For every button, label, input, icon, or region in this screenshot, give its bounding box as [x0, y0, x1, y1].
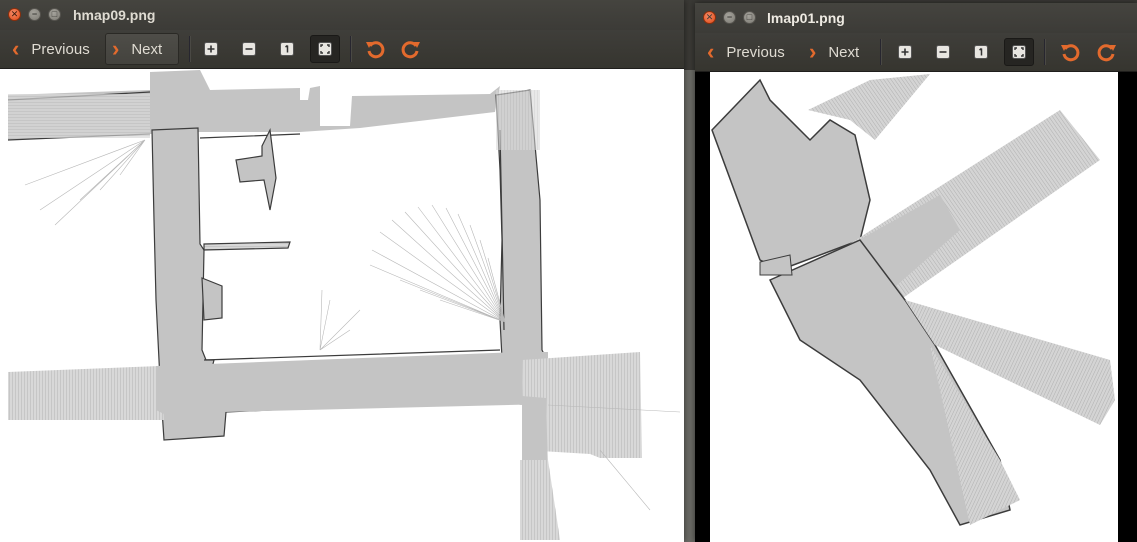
close-icon: ✕	[10, 9, 19, 19]
minimize-icon: −	[726, 12, 733, 22]
chevron-left-icon: ‹	[12, 36, 20, 61]
rotate-right-icon	[1097, 44, 1116, 62]
zoom-in-button[interactable]	[890, 39, 920, 65]
previous-button[interactable]: ‹ Previous	[8, 34, 94, 64]
normal-size-button[interactable]	[966, 39, 996, 65]
best-fit-button[interactable]	[310, 35, 340, 63]
zoom-out-button[interactable]	[234, 36, 264, 62]
minimize-button[interactable]: −	[723, 11, 736, 24]
rotate-left-icon	[366, 41, 385, 59]
minimize-button[interactable]: −	[28, 8, 41, 21]
left-titlebar[interactable]: ✕ − □ hmap09.png	[0, 0, 684, 30]
best-fit-button[interactable]	[1004, 38, 1034, 66]
rotate-clockwise-button[interactable]	[396, 36, 426, 62]
next-label: Next	[828, 43, 860, 61]
rotate-left-icon	[1061, 44, 1080, 62]
toolbar-separator	[350, 36, 351, 62]
normal-size-icon	[974, 45, 988, 59]
maximize-button[interactable]: □	[743, 11, 756, 24]
next-label: Next	[131, 40, 163, 58]
window-title: lmap01.png	[767, 10, 845, 26]
toolbar-separator	[1044, 39, 1045, 65]
rotate-right-icon	[401, 41, 420, 59]
zoom-out-button[interactable]	[928, 39, 958, 65]
previous-label: Previous	[31, 40, 90, 58]
occupancy-map-image	[7, 70, 681, 540]
rotate-clockwise-button[interactable]	[1092, 39, 1122, 65]
normal-size-icon	[280, 42, 294, 56]
maximize-button[interactable]: □	[48, 8, 61, 21]
right-image-canvas[interactable]	[695, 72, 1137, 542]
left-image-canvas[interactable]	[0, 69, 684, 542]
window-title: hmap09.png	[73, 7, 156, 23]
zoom-in-button[interactable]	[196, 36, 226, 62]
zoom-in-icon	[204, 42, 218, 56]
left-toolbar: ‹ Previous › Next	[0, 30, 684, 69]
zoom-in-icon	[898, 45, 912, 59]
toolbar-separator	[880, 39, 881, 65]
chevron-right-icon: ›	[809, 39, 817, 64]
best-fit-icon	[1012, 45, 1026, 59]
close-icon: ✕	[705, 12, 714, 22]
next-button[interactable]: › Next	[105, 33, 179, 65]
right-image-viewer-window: ✕ − □ lmap01.png ‹ Previous › Next	[695, 3, 1137, 542]
normal-size-button[interactable]	[272, 36, 302, 62]
rotate-counterclockwise-button[interactable]	[360, 36, 390, 62]
maximize-icon: □	[51, 9, 58, 19]
right-titlebar[interactable]: ✕ − □ lmap01.png	[695, 3, 1137, 33]
next-button[interactable]: › Next	[805, 37, 863, 67]
best-fit-icon	[318, 42, 332, 56]
minimize-icon: −	[31, 9, 38, 19]
previous-button[interactable]: ‹ Previous	[703, 37, 789, 67]
zoom-out-icon	[936, 45, 950, 59]
chevron-right-icon: ›	[112, 36, 120, 61]
maximize-icon: □	[746, 12, 753, 22]
close-button[interactable]: ✕	[703, 11, 716, 24]
previous-label: Previous	[726, 43, 785, 61]
left-image-viewer-window: ✕ − □ hmap09.png ‹ Previous › Next	[0, 0, 684, 542]
occupancy-map-image	[710, 72, 1137, 542]
toolbar-separator	[189, 36, 190, 62]
zoom-out-icon	[242, 42, 256, 56]
right-toolbar: ‹ Previous › Next	[695, 33, 1137, 72]
rotate-counterclockwise-button[interactable]	[1055, 39, 1085, 65]
chevron-left-icon: ‹	[707, 39, 715, 64]
close-button[interactable]: ✕	[8, 8, 21, 21]
